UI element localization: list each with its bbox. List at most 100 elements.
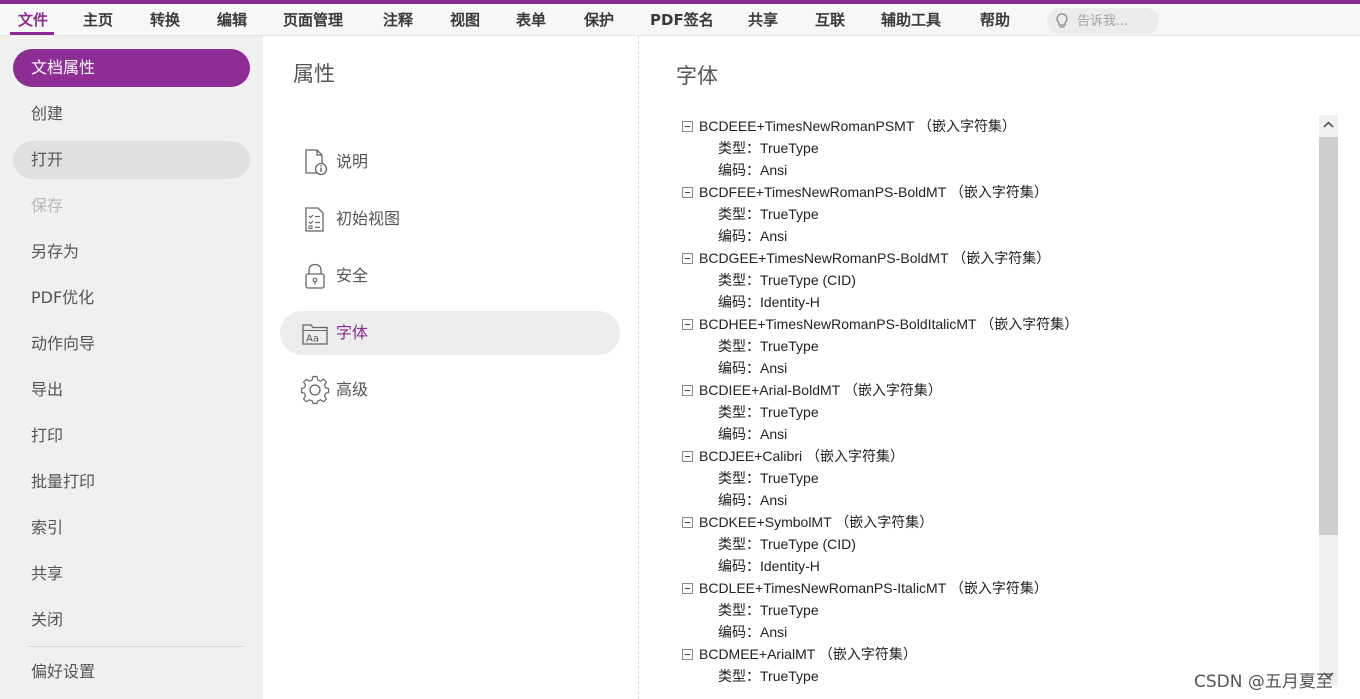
property-security-label: 安全 (336, 266, 369, 285)
type-label: 类型： (718, 140, 760, 156)
fonts-panel: 字体 BCDEEE+TimesNewRomanPSMT （嵌入字符集） 类型：T… (640, 36, 1360, 699)
menu-bar: 文件 主页 转换 编辑 页面管理 注释 视图 表单 保护 PDF签名 共享 互联… (0, 4, 1360, 36)
vertical-scrollbar[interactable] (1319, 115, 1338, 685)
menu-protect[interactable]: 保护 (584, 4, 614, 36)
font-entry[interactable]: BCDEEE+TimesNewRomanPSMT （嵌入字符集） (682, 115, 1312, 137)
font-name: BCDFEE+TimesNewRomanPS-BoldMT （嵌入字符集） (699, 184, 1048, 200)
menu-form[interactable]: 表单 (516, 4, 546, 36)
font-entry[interactable]: BCDIEE+Arial-BoldMT （嵌入字符集） (682, 379, 1312, 401)
collapse-toggle-icon[interactable] (682, 649, 693, 660)
font-type-row: 类型：TrueType (682, 203, 1312, 225)
font-encoding-row: 编码：Ansi (682, 357, 1312, 379)
font-type-row: 类型：TrueType (682, 335, 1312, 357)
menu-convert[interactable]: 转换 (150, 4, 180, 36)
font-encoding-row: 编码：Ansi (682, 225, 1312, 247)
collapse-toggle-icon[interactable] (682, 187, 693, 198)
sidebar-item-batch-print[interactable]: 批量打印 (13, 463, 250, 501)
document-info-icon (305, 149, 328, 176)
font-type: TrueType (760, 206, 819, 222)
font-entry[interactable]: BCDHEE+TimesNewRomanPS-BoldItalicMT （嵌入字… (682, 313, 1312, 335)
sidebar-item-save-as[interactable]: 另存为 (13, 233, 250, 271)
sidebar-item-open[interactable]: 打开 (13, 141, 250, 179)
property-security[interactable]: 安全 (280, 254, 620, 298)
encoding-label: 编码： (718, 162, 760, 178)
property-advanced[interactable]: 高级 (280, 368, 620, 412)
sidebar-item-create[interactable]: 创建 (13, 95, 250, 133)
property-advanced-label: 高级 (336, 380, 369, 399)
sidebar-item-document-properties[interactable]: 文档属性 (13, 49, 250, 87)
encoding-label: 编码： (718, 558, 760, 574)
font-name: BCDIEE+Arial-BoldMT （嵌入字符集） (699, 382, 942, 398)
sidebar-item-preferences[interactable]: 偏好设置 (13, 653, 250, 691)
font-entry[interactable]: BCDJEE+Calibri （嵌入字符集） (682, 445, 1312, 467)
menu-share[interactable]: 共享 (748, 4, 778, 36)
font-tree: BCDEEE+TimesNewRomanPSMT （嵌入字符集） 类型：True… (682, 115, 1312, 687)
collapse-toggle-icon[interactable] (682, 385, 693, 396)
font-encoding: Ansi (760, 162, 788, 178)
menu-active-underline (10, 32, 54, 35)
collapse-toggle-icon[interactable] (682, 253, 693, 264)
font-name: BCDLEE+TimesNewRomanPS-ItalicMT （嵌入字符集） (699, 580, 1048, 596)
type-label: 类型： (718, 536, 760, 552)
sidebar-item-export[interactable]: 导出 (13, 371, 250, 409)
font-encoding: Ansi (760, 228, 788, 244)
font-entry[interactable]: BCDMEE+ArialMT （嵌入字符集） (682, 643, 1312, 665)
property-initial-view-label: 初始视图 (336, 209, 401, 228)
scroll-up-arrow-icon[interactable] (1319, 115, 1338, 135)
font-type: TrueType (760, 338, 819, 354)
sidebar-item-close[interactable]: 关闭 (13, 601, 250, 639)
encoding-label: 编码： (718, 426, 760, 442)
sidebar-item-pdf-optimize[interactable]: PDF优化 (13, 279, 250, 317)
font-encoding-row: 编码：Ansi (682, 621, 1312, 643)
font-entry[interactable]: BCDLEE+TimesNewRomanPS-ItalicMT （嵌入字符集） (682, 577, 1312, 599)
sidebar-item-share[interactable]: 共享 (13, 555, 250, 593)
gear-icon (300, 375, 330, 405)
font-type: TrueType (760, 470, 819, 486)
font-type: TrueType (760, 404, 819, 420)
property-description[interactable]: 说明 (280, 140, 620, 184)
font-encoding: Identity-H (760, 294, 820, 310)
font-type: TrueType (CID) (760, 536, 856, 552)
tell-me-input[interactable] (1077, 11, 1157, 31)
menu-connect[interactable]: 互联 (815, 4, 845, 36)
menu-home[interactable]: 主页 (83, 4, 113, 36)
collapse-toggle-icon[interactable] (682, 583, 693, 594)
font-encoding-row: 编码：Identity-H (682, 555, 1312, 577)
encoding-label: 编码： (718, 624, 760, 640)
font-encoding-row: 编码：Ansi (682, 489, 1312, 511)
property-initial-view[interactable]: 初始视图 (280, 197, 620, 241)
collapse-toggle-icon[interactable] (682, 517, 693, 528)
menu-page-management[interactable]: 页面管理 (283, 4, 343, 36)
menu-comment[interactable]: 注释 (383, 4, 413, 36)
font-encoding-row: 编码：Identity-H (682, 291, 1312, 313)
type-label: 类型： (718, 470, 760, 486)
scrollbar-thumb[interactable] (1319, 137, 1338, 535)
font-name: BCDJEE+Calibri （嵌入字符集） (699, 448, 904, 464)
tell-me-search[interactable] (1047, 8, 1159, 34)
menu-help[interactable]: 帮助 (980, 4, 1010, 36)
collapse-toggle-icon[interactable] (682, 451, 693, 462)
menu-accessibility[interactable]: 辅助工具 (881, 4, 941, 36)
font-type-row: 类型：TrueType (682, 599, 1312, 621)
menu-view[interactable]: 视图 (450, 4, 480, 36)
sidebar-item-print[interactable]: 打印 (13, 417, 250, 455)
menu-pdf-sign[interactable]: PDF签名 (650, 4, 714, 36)
font-entry[interactable]: BCDFEE+TimesNewRomanPS-BoldMT （嵌入字符集） (682, 181, 1312, 203)
font-type-row: 类型：TrueType (682, 467, 1312, 489)
font-encoding: Identity-H (760, 558, 820, 574)
font-entry[interactable]: BCDKEE+SymbolMT （嵌入字符集） (682, 511, 1312, 533)
property-fonts[interactable]: Aa 字体 (280, 311, 620, 355)
encoding-label: 编码： (718, 492, 760, 508)
sidebar-item-index[interactable]: 索引 (13, 509, 250, 547)
type-label: 类型： (718, 602, 760, 618)
font-type-row: 类型：TrueType (CID) (682, 269, 1312, 291)
sidebar-item-action-wizard[interactable]: 动作向导 (13, 325, 250, 363)
type-label: 类型： (718, 272, 760, 288)
collapse-toggle-icon[interactable] (682, 121, 693, 132)
font-encoding: Ansi (760, 624, 788, 640)
properties-title: 属性 (293, 62, 335, 86)
font-entry[interactable]: BCDGEE+TimesNewRomanPS-BoldMT （嵌入字符集） (682, 247, 1312, 269)
collapse-toggle-icon[interactable] (682, 319, 693, 330)
menu-edit[interactable]: 编辑 (217, 4, 247, 36)
sidebar-divider (28, 646, 244, 647)
